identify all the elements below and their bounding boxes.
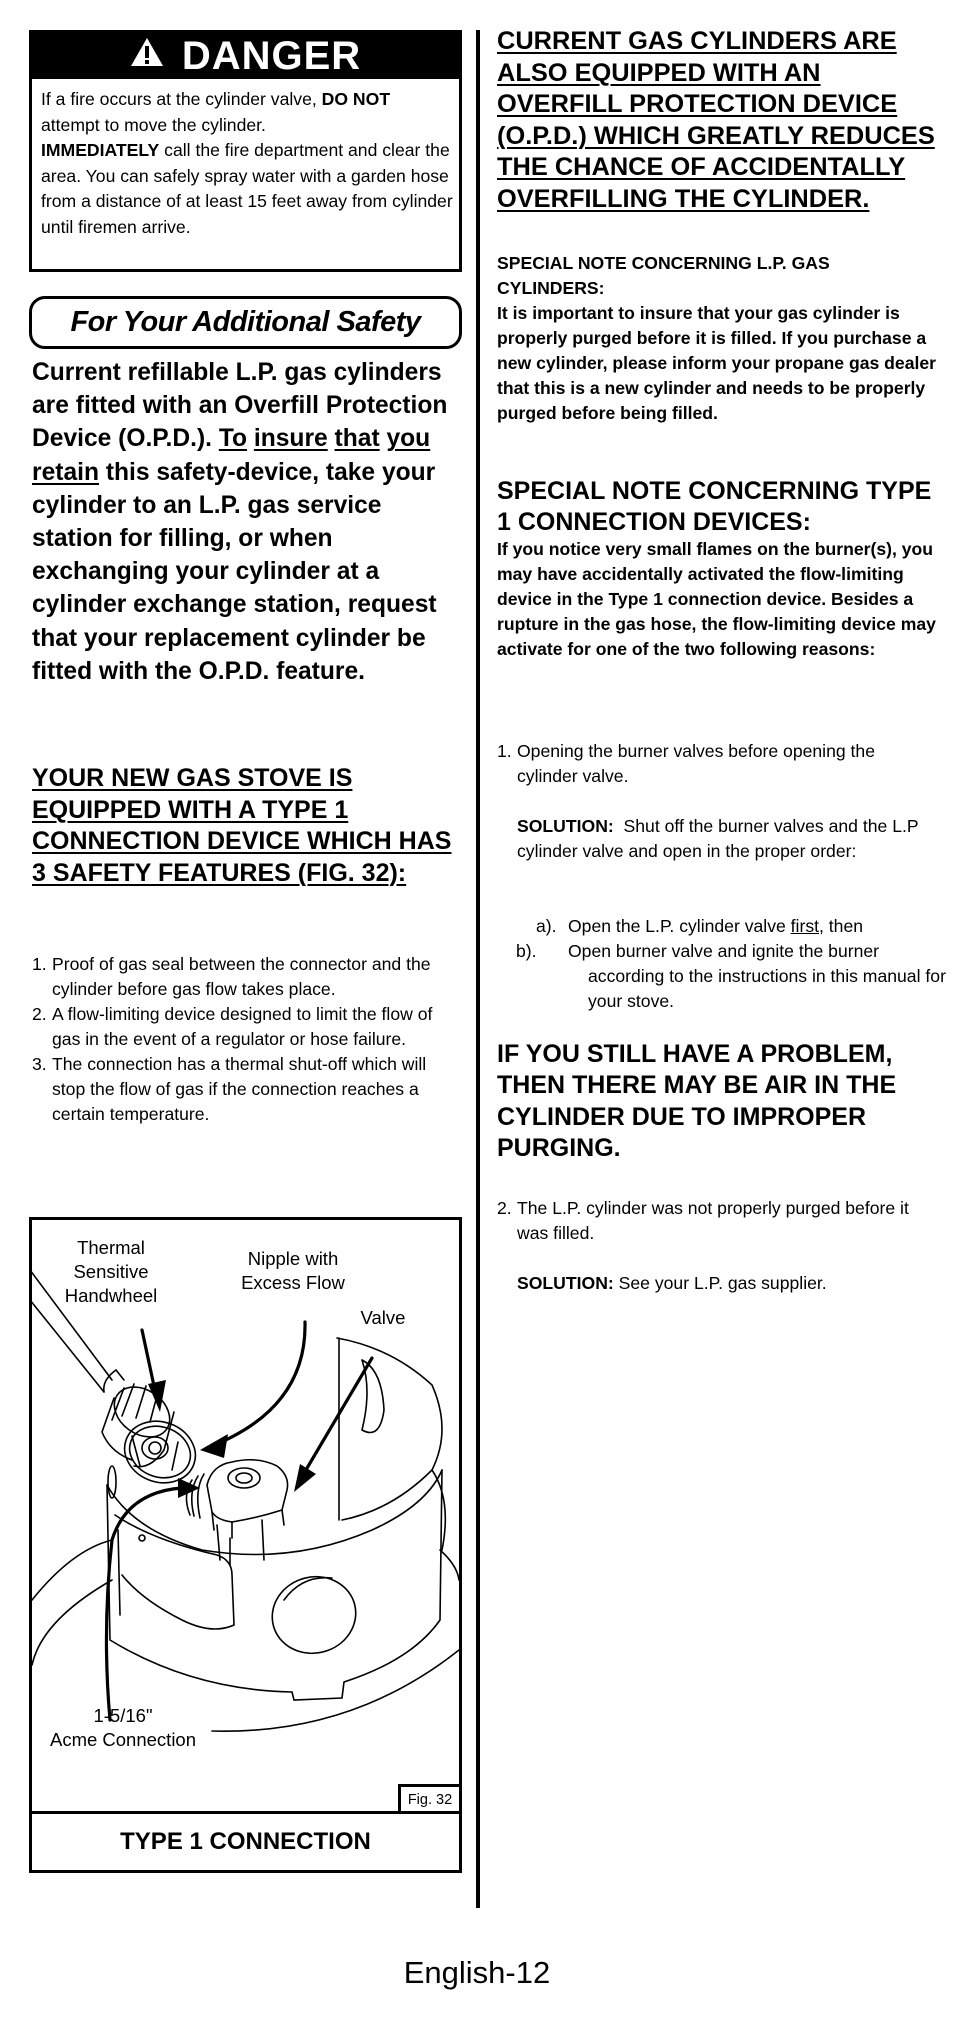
reason-number: 2. — [497, 1198, 512, 1218]
feature-number: 1. — [32, 954, 47, 974]
column-divider — [476, 30, 480, 1908]
type1-heading: YOUR NEW GAS STOVE IS EQUIPPED WITH A TY… — [32, 764, 452, 887]
steps-list: a). Open the L.P. cylinder valve first, t… — [516, 914, 946, 1014]
solution-label: SOLUTION: — [517, 816, 614, 836]
acme-label-line: 1-5/16" — [93, 1705, 153, 1726]
page-number: English-12 — [403, 1955, 551, 1990]
lead-underlined-word: that — [334, 425, 380, 453]
feature-item: 1. Proof of gas seal between the connecto… — [32, 952, 462, 1002]
feature-item: 2. A flow-limiting device designed to lim… — [32, 1002, 462, 1052]
lead-underlined-word: insure — [253, 425, 328, 453]
step-item: b). Open burner valve and ignite the burn… — [516, 939, 946, 1014]
step-text: Open the L.P. cylinder valve — [568, 916, 791, 936]
valve-label: Valve — [360, 1307, 406, 1328]
figure-32: Thermal Sensitive Handwheel Nipple with … — [29, 1217, 462, 1873]
step-emphasis: first — [790, 916, 820, 936]
additional-safety-title: For Your Additional Safety — [29, 296, 462, 349]
lp-note-body: It is important to insure that your gas … — [497, 303, 937, 423]
feature-number: 3. — [32, 1054, 47, 1074]
lead-underlined-word: retain — [32, 458, 99, 486]
reason-list-2: 2. The L.P. cylinder was not properly pur… — [497, 1196, 937, 1246]
step-text: Open burner valve and ignite the burner … — [568, 941, 946, 1011]
reason-item: 1. Opening the burner valves before openi… — [497, 739, 937, 789]
danger-header: DANGER — [32, 33, 459, 79]
acme-label-line: Acme Connection — [49, 1729, 197, 1750]
step-item: a). Open the L.P. cylinder valve first, t… — [536, 914, 946, 939]
reason-item: 2. The L.P. cylinder was not properly pur… — [497, 1196, 937, 1246]
reason-text: Opening the burner valves before opening… — [517, 741, 875, 786]
handwheel-label-line: Handwheel — [64, 1285, 158, 1306]
nipple-label-line: Nipple with — [247, 1248, 339, 1269]
features-list: 1. Proof of gas seal between the connecto… — [32, 952, 462, 1127]
warning-triangle-icon — [130, 31, 164, 77]
danger-box: DANGER If a fire occurs at the cylinder … — [29, 30, 462, 272]
lead-text-2: this safety-device, take your cylinder t… — [32, 458, 437, 685]
feature-text: A flow-limiting device designed to limit… — [52, 1004, 433, 1049]
solution-label: SOLUTION: — [517, 1273, 614, 1293]
reason-list-1: 1. Opening the burner valves before openi… — [497, 739, 937, 789]
danger-body: If a fire occurs at the cylinder valve, … — [41, 87, 453, 240]
acme-connection-label: 1-5/16" Acme Connection — [34, 1704, 212, 1752]
opd-heading: CURRENT GAS CYLINDERS ARE ALSO EQUIPPED … — [497, 27, 935, 213]
lp-note-heading: SPECIAL NOTE CONCERNING L.P. GAS CYLINDE… — [497, 253, 830, 298]
figure-caption: TYPE 1 CONNECTION — [120, 1828, 371, 1855]
lead-underlined-word: you — [386, 425, 431, 453]
danger-text-2: attempt to move the cylinder. — [41, 114, 266, 135]
handwheel-label-line: Sensitive — [73, 1261, 149, 1282]
nipple-label-line: Excess Flow — [241, 1272, 345, 1293]
reason-number: 1. — [497, 741, 512, 761]
solution-1: SOLUTION: Shut off the burner valves and… — [517, 814, 937, 864]
reason-text: The L.P. cylinder was not properly purge… — [517, 1198, 909, 1243]
feature-item: 3. The connection has a thermal shut-off … — [32, 1052, 462, 1127]
danger-text-do-not: DO NOT — [321, 89, 391, 109]
step-label: b). — [516, 941, 537, 961]
feature-number: 2. — [32, 1004, 47, 1024]
lead-underlined-word: To — [218, 425, 248, 453]
feature-text: Proof of gas seal between the connector … — [52, 954, 431, 999]
solution-2: SOLUTION: See your L.P. gas supplier. — [517, 1271, 937, 1296]
feature-text: The connection has a thermal shut-off wh… — [52, 1054, 427, 1124]
danger-text-1: If a fire occurs at the cylinder valve, — [41, 89, 322, 109]
still-problem-heading: IF YOU STILL HAVE A PROBLEM, THEN THERE … — [497, 1040, 897, 1162]
additional-safety-lead: Current refillable L.P. gas cylinders ar… — [32, 356, 462, 688]
handwheel-label: Thermal Sensitive Handwheel — [56, 1236, 166, 1308]
nipple-label: Nipple with Excess Flow — [228, 1247, 358, 1295]
danger-title: DANGER — [181, 34, 362, 78]
danger-text-immediately: IMMEDIATELY — [41, 140, 160, 160]
handwheel-label-line: Thermal — [77, 1237, 145, 1258]
solution-text: See your L.P. gas supplier. — [613, 1273, 827, 1293]
type1-note-heading: SPECIAL NOTE CONCERNING TYPE 1 CONNECTIO… — [497, 477, 932, 536]
step-text: , then — [819, 916, 864, 936]
type1-note-body: If you notice very small flames on the b… — [497, 539, 936, 659]
figure-number: Fig. 32 — [398, 1784, 459, 1813]
step-label: a). — [536, 916, 557, 936]
